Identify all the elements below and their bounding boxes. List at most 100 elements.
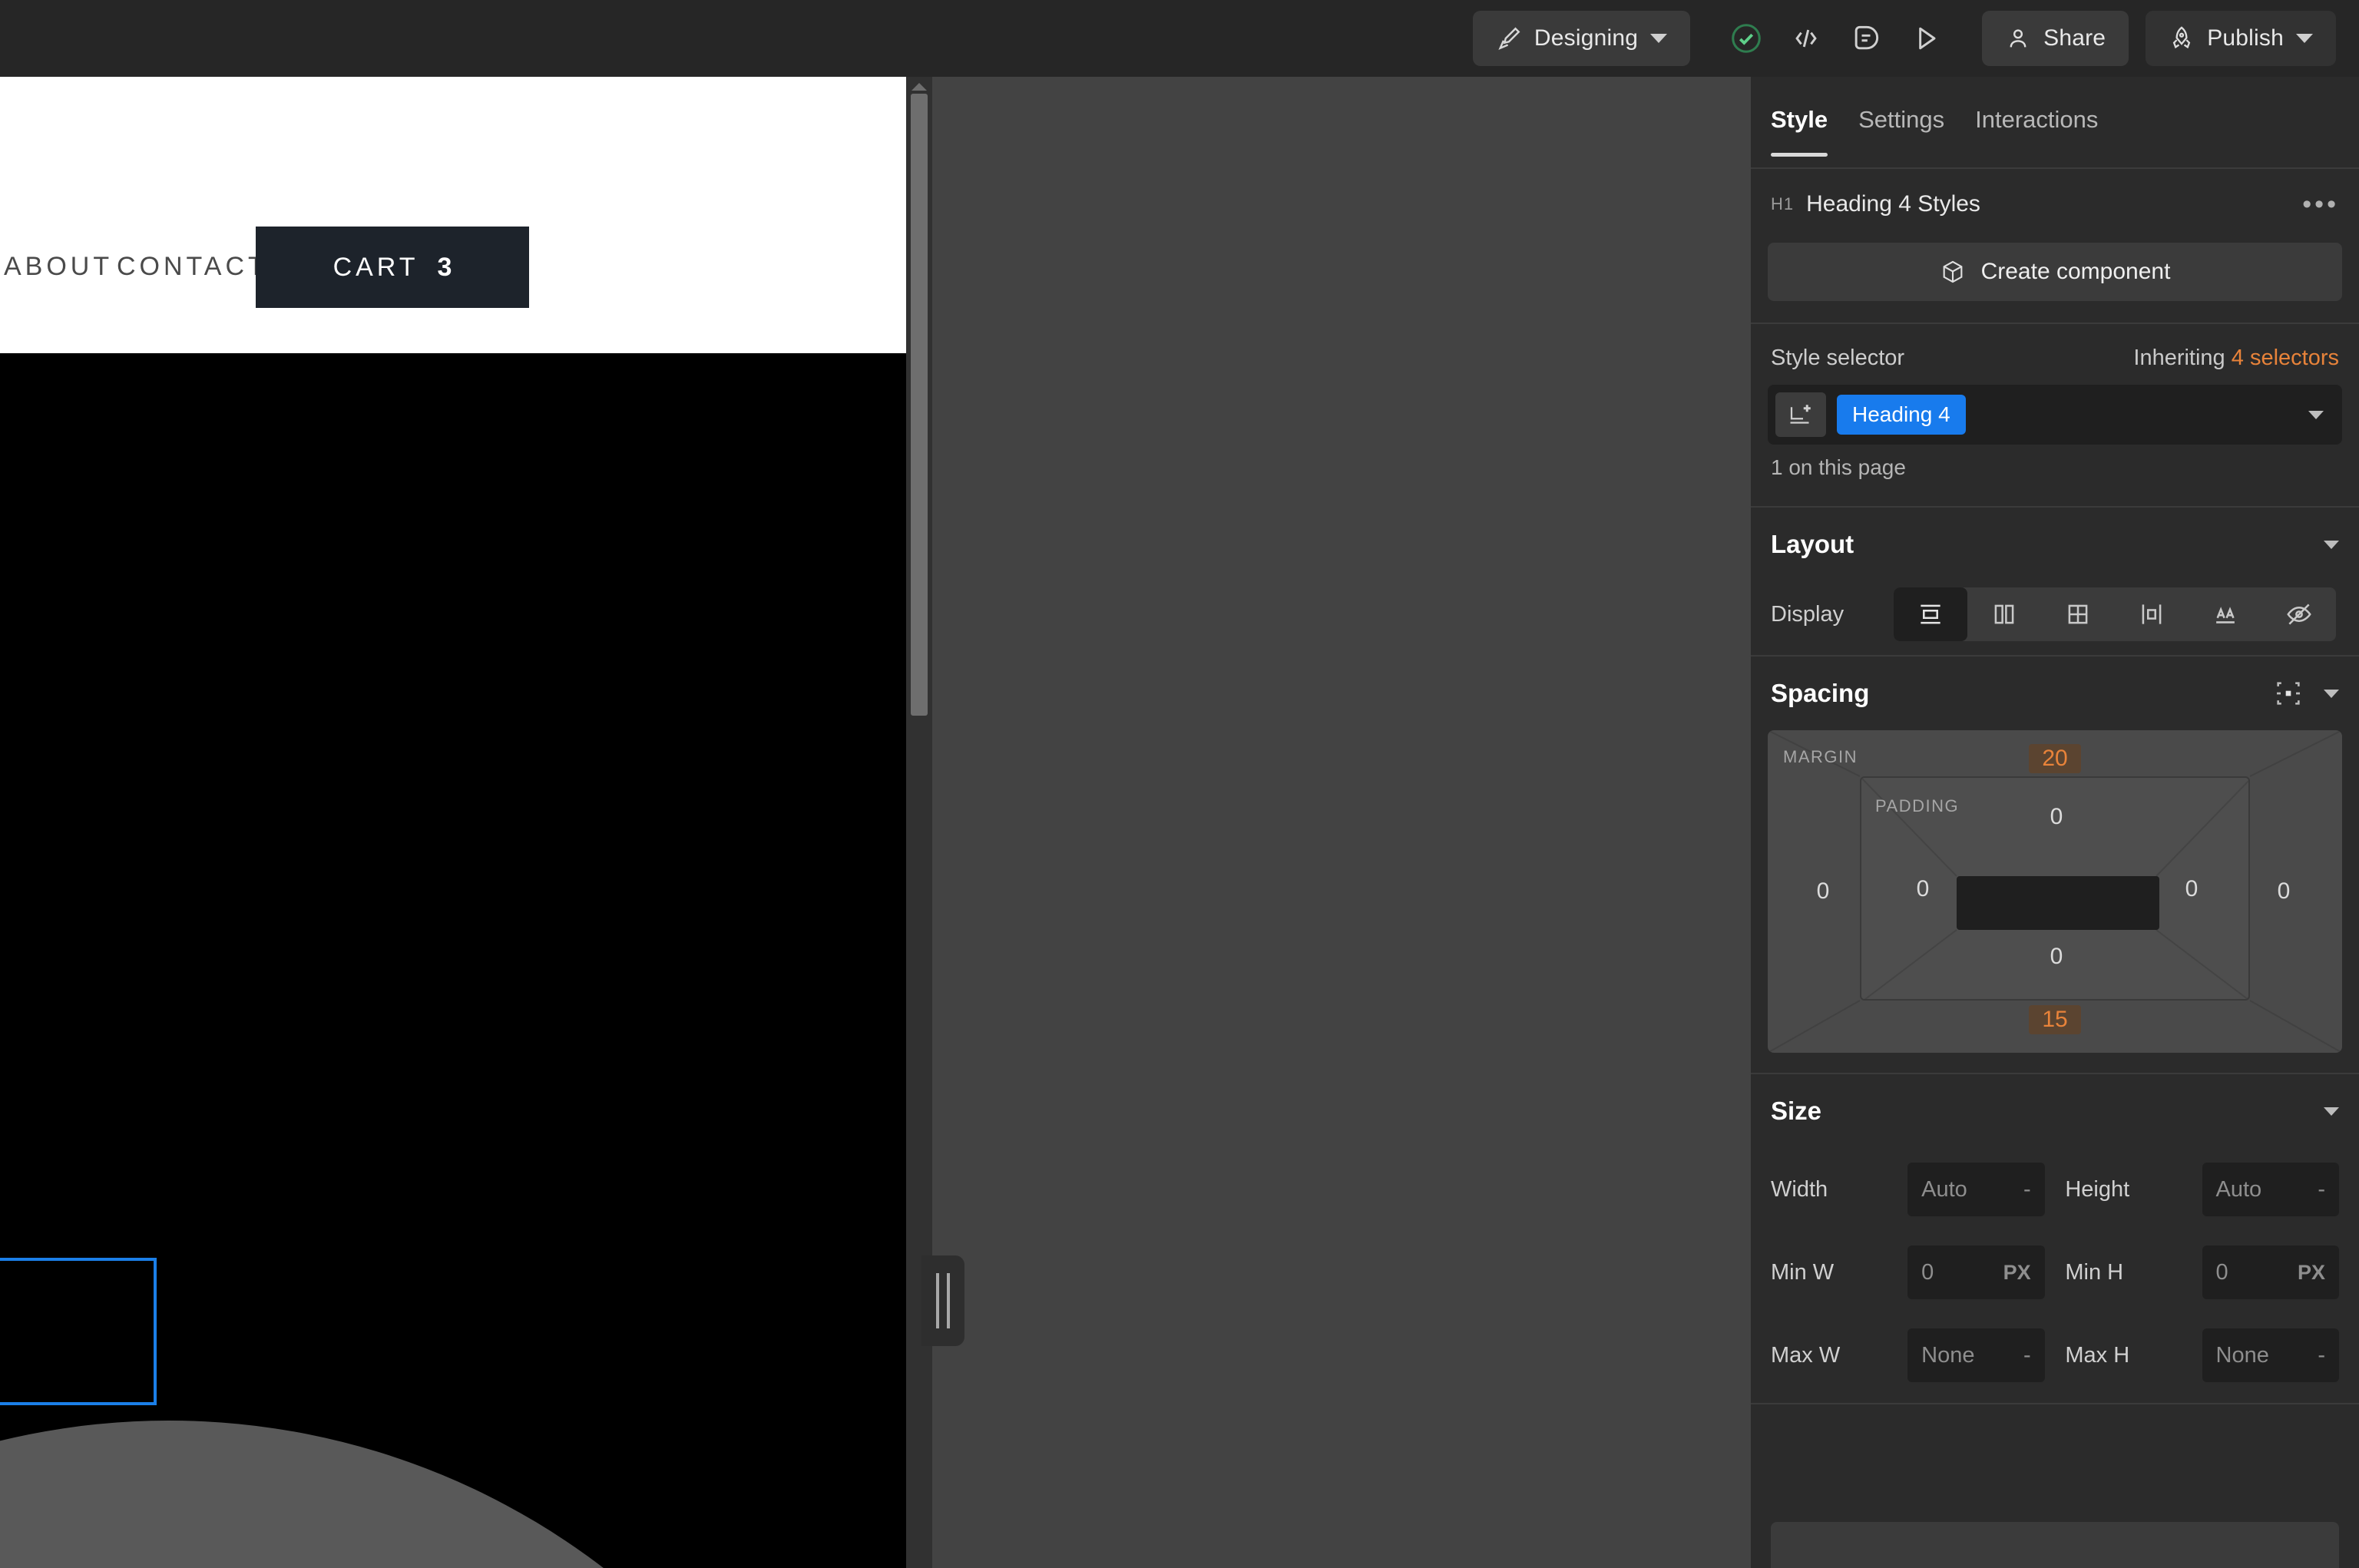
- rocket-icon: [2169, 25, 2195, 51]
- play-icon: [1909, 22, 1943, 55]
- add-class-icon[interactable]: [1775, 392, 1826, 437]
- webflow-designer: Designing Share Publish ABOUT CONTACT CA…: [0, 0, 2359, 1568]
- chevron-down-icon[interactable]: [2296, 34, 2313, 43]
- style-selector-field[interactable]: Heading 4: [1768, 385, 2342, 445]
- min-height-input[interactable]: 0 PX: [2202, 1245, 2339, 1299]
- element-more-menu[interactable]: •••: [2302, 191, 2339, 217]
- chevron-down-icon[interactable]: [2324, 1107, 2339, 1116]
- comment-icon: [1849, 22, 1883, 55]
- layout-section: Layout Display: [1751, 508, 2359, 647]
- inheriting-suffix: selectors: [2243, 346, 2339, 370]
- save-status-button[interactable]: [1716, 8, 1776, 68]
- max-width-unit[interactable]: -: [2023, 1343, 2031, 1368]
- size-title: Size: [1771, 1097, 1822, 1125]
- chevron-down-icon[interactable]: [2324, 689, 2339, 698]
- min-height-value: 0: [2215, 1259, 2228, 1285]
- min-width-input[interactable]: 0 PX: [1907, 1245, 2045, 1299]
- layout-header[interactable]: Layout: [1771, 508, 2339, 581]
- width-unit[interactable]: -: [2023, 1177, 2031, 1202]
- padding-bottom-input[interactable]: 0: [2041, 944, 2072, 970]
- spacing-content-box: [1957, 876, 2159, 930]
- chevron-down-icon[interactable]: [1650, 34, 1668, 43]
- max-height-unit[interactable]: -: [2318, 1343, 2325, 1368]
- max-width-value: None: [1921, 1342, 1975, 1368]
- min-width-value: 0: [1921, 1259, 1934, 1285]
- padding-top-input[interactable]: 0: [2041, 804, 2072, 830]
- create-component-label: Create component: [1980, 259, 2171, 284]
- hero-circle-shape: [0, 1421, 883, 1568]
- margin-label: MARGIN: [1783, 747, 1858, 766]
- canvas-area[interactable]: ABOUT CONTACT CART 3 spendisse varius en…: [0, 77, 1751, 1568]
- hero-section: spendisse varius enim a ornare, eros dol…: [0, 353, 921, 1568]
- spacing-title: Spacing: [1771, 679, 1870, 707]
- tab-settings[interactable]: Settings: [1858, 106, 1944, 138]
- height-unit[interactable]: -: [2318, 1177, 2325, 1202]
- overflow-field-partial[interactable]: [1771, 1522, 2339, 1568]
- chevron-down-icon[interactable]: [2324, 540, 2339, 549]
- max-row: Max W None - Max H None -: [1771, 1314, 2339, 1397]
- min-height-unit[interactable]: PX: [2298, 1261, 2325, 1285]
- max-width-input[interactable]: None -: [1907, 1328, 2045, 1382]
- site-navbar: ABOUT CONTACT CART 3: [0, 77, 921, 353]
- element-tag-badge: H1: [1771, 194, 1795, 213]
- panel-resize-handle[interactable]: [921, 1255, 964, 1346]
- selector-usage-count: 1 on this page: [1771, 455, 1906, 479]
- mode-selector[interactable]: Designing: [1472, 11, 1691, 66]
- margin-right-input[interactable]: 0: [2268, 878, 2299, 905]
- publish-label: Publish: [2207, 25, 2284, 51]
- layout-title: Layout: [1771, 530, 1854, 558]
- nav-link-contact[interactable]: CONTACT: [117, 252, 268, 282]
- preview-button[interactable]: [1896, 8, 1956, 68]
- height-input[interactable]: Auto -: [2202, 1163, 2339, 1216]
- display-option-inline[interactable]: [2189, 587, 2262, 641]
- inheriting-info[interactable]: Inheriting 4 selectors: [2133, 346, 2339, 371]
- cart-button[interactable]: CART 3: [256, 227, 529, 308]
- display-option-block[interactable]: [1894, 587, 1967, 641]
- display-options: [1894, 587, 2336, 641]
- padding-right-input[interactable]: 0: [2176, 876, 2207, 902]
- display-option-flex[interactable]: [1967, 587, 2041, 641]
- scrollbar-thumb[interactable]: [911, 94, 928, 716]
- element-name[interactable]: Heading 4 Styles: [1806, 191, 2302, 217]
- panel-tabs: Style Settings Interactions: [1751, 77, 2359, 169]
- publish-button[interactable]: Publish: [2146, 11, 2336, 66]
- selected-element-outline[interactable]: [0, 1258, 157, 1405]
- height-label: Height: [2065, 1176, 2130, 1202]
- margin-bottom-input[interactable]: 15: [2029, 1005, 2081, 1034]
- display-option-none[interactable]: [2262, 587, 2336, 641]
- tab-interactions[interactable]: Interactions: [1975, 106, 2098, 138]
- tab-style[interactable]: Style: [1771, 106, 1828, 157]
- min-width-unit[interactable]: PX: [2003, 1261, 2031, 1285]
- width-height-row: Width Auto - Height Auto -: [1771, 1148, 2339, 1231]
- style-panel: Style Settings Interactions H1 Heading 4…: [1751, 77, 2359, 1568]
- chevron-down-icon[interactable]: [2308, 410, 2324, 419]
- min-height-label: Min H: [2065, 1259, 2124, 1285]
- spacing-widget[interactable]: MARGIN 20 15 0 0 PADDING 0 0 0 0: [1768, 730, 2342, 1053]
- code-brackets-icon: [1789, 22, 1823, 55]
- margin-left-input[interactable]: 0: [1808, 878, 1838, 905]
- code-button[interactable]: [1776, 8, 1836, 68]
- max-height-input[interactable]: None -: [2202, 1328, 2339, 1382]
- selector-chip-heading-4[interactable]: Heading 4: [1837, 395, 1966, 435]
- share-button[interactable]: Share: [1982, 11, 2129, 66]
- width-label: Width: [1771, 1176, 1828, 1202]
- size-header[interactable]: Size: [1771, 1074, 2339, 1148]
- style-selector-row: Style selector Inheriting 4 selectors: [1751, 324, 2359, 371]
- spacing-target-icon[interactable]: [2273, 678, 2304, 709]
- padding-left-input[interactable]: 0: [1907, 876, 1938, 902]
- comments-button[interactable]: [1836, 8, 1896, 68]
- max-width-label: Max W: [1771, 1342, 1841, 1368]
- grip-line: [947, 1273, 950, 1328]
- style-selector-label: Style selector: [1771, 346, 1905, 370]
- nav-link-about[interactable]: ABOUT: [4, 252, 113, 282]
- spacing-header[interactable]: Spacing: [1771, 657, 2339, 730]
- width-input[interactable]: Auto -: [1907, 1163, 2045, 1216]
- create-component-button[interactable]: Create component: [1768, 243, 2342, 301]
- margin-top-input[interactable]: 20: [2029, 744, 2081, 773]
- max-height-label: Max H: [2065, 1342, 2130, 1368]
- paintbrush-icon: [1496, 25, 1522, 51]
- display-option-grid[interactable]: [2041, 587, 2115, 641]
- scroll-up-arrow-icon[interactable]: [912, 83, 927, 91]
- display-option-inline-block[interactable]: [2115, 587, 2189, 641]
- padding-box: PADDING 0 0 0 0: [1860, 776, 2250, 1001]
